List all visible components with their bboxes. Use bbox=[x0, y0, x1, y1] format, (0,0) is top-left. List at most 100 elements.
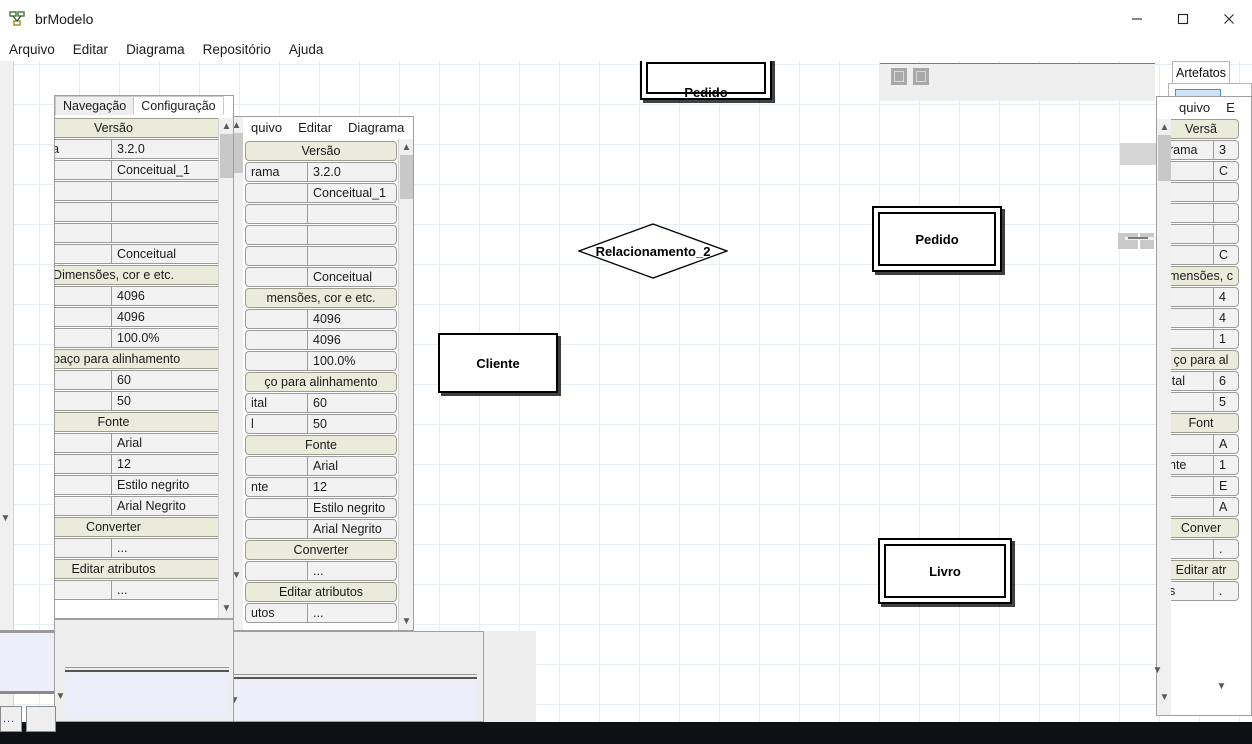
property-value[interactable] bbox=[111, 223, 226, 243]
entity-node-pedido[interactable]: Pedido bbox=[872, 206, 1002, 272]
property-panel-right[interactable]: quivo E Versã rama 3 C Cmensões, c 4 4 1 ço para… bbox=[1156, 96, 1252, 716]
property-panel-middle-footer: ▼ bbox=[228, 631, 484, 722]
property-value[interactable]: ... bbox=[111, 538, 226, 558]
entity-node-partial[interactable]: Pedido bbox=[640, 61, 772, 100]
property-value[interactable]: 12 bbox=[111, 454, 226, 474]
property-value[interactable] bbox=[111, 181, 226, 201]
toolbar-icon-list[interactable] bbox=[913, 68, 929, 85]
tab-configuracao[interactable]: Configuração bbox=[133, 96, 224, 115]
property-value[interactable] bbox=[1213, 182, 1239, 202]
property-panel-left[interactable]: Navegação Configuração Versãodiagrama3.2… bbox=[54, 95, 234, 619]
property-value[interactable]: 60 bbox=[111, 370, 226, 390]
tab-navegacao[interactable]: Navegação bbox=[55, 96, 135, 115]
scroll-down-arrow-far-left[interactable]: ▼ bbox=[0, 510, 13, 526]
property-panel-right-scrollbar[interactable]: ▲ ▼ bbox=[1157, 119, 1172, 715]
scroll-down-arrow-far-right[interactable]: ▼ bbox=[1214, 678, 1229, 694]
entity-node-cliente[interactable]: Cliente bbox=[438, 333, 558, 393]
panel-mid-menu-diagrama[interactable]: Diagrama bbox=[340, 120, 412, 135]
property-value[interactable]: Estilo negrito bbox=[111, 475, 226, 495]
property-value[interactable]: 3.2.0 bbox=[307, 162, 397, 182]
scroll-up-arrow-left[interactable]: ▲ bbox=[219, 118, 233, 134]
maximize-button[interactable] bbox=[1160, 0, 1206, 38]
panel-mid-menu-arquivo[interactable]: quivo bbox=[243, 120, 290, 135]
property-value[interactable]: 60 bbox=[307, 393, 397, 413]
relationship-node-relacionamento-2[interactable]: Relacionamento_2 bbox=[577, 223, 729, 279]
property-value[interactable]: 12 bbox=[307, 477, 397, 497]
property-value[interactable]: 4096 bbox=[307, 330, 397, 350]
property-value[interactable]: . bbox=[1213, 539, 1239, 559]
scroll-down-arrow-left-footer[interactable]: ▼ bbox=[55, 688, 68, 704]
property-value[interactable]: C bbox=[1213, 161, 1239, 181]
scroll-up-arrow-right[interactable]: ▲ bbox=[1157, 119, 1172, 135]
property-value[interactable]: 5 bbox=[1213, 392, 1239, 412]
tab-artefatos[interactable]: Artefatos bbox=[1172, 61, 1230, 83]
ellipsis-button-far-left[interactable]: ... bbox=[0, 706, 22, 732]
scroll-up-arrow-mid[interactable]: ▲ bbox=[399, 139, 413, 155]
property-value[interactable]: Conceitual_1 bbox=[307, 183, 397, 203]
menu-editar[interactable]: Editar bbox=[64, 42, 117, 57]
panel-mid-menu-editar[interactable]: Editar bbox=[290, 120, 340, 135]
property-value[interactable]: 50 bbox=[307, 414, 397, 434]
property-value[interactable]: . bbox=[1213, 581, 1239, 601]
property-value[interactable]: E bbox=[1213, 476, 1239, 496]
canvas-artifact-block-2 bbox=[1118, 233, 1138, 249]
property-value[interactable]: 4 bbox=[1213, 308, 1239, 328]
property-value[interactable]: 50 bbox=[111, 391, 226, 411]
property-value[interactable]: 4096 bbox=[307, 309, 397, 329]
property-value[interactable]: 6 bbox=[1213, 371, 1239, 391]
property-value[interactable]: A bbox=[1213, 497, 1239, 517]
property-value[interactable] bbox=[307, 204, 397, 224]
canvas-left-gutter[interactable] bbox=[0, 61, 14, 722]
property-value[interactable]: A bbox=[1213, 434, 1239, 454]
property-value[interactable]: Arial bbox=[111, 433, 226, 453]
property-value[interactable]: 3.2.0 bbox=[111, 139, 226, 159]
close-button[interactable] bbox=[1206, 0, 1252, 38]
scroll-down-arrow-canvas[interactable]: ▼ bbox=[1150, 662, 1165, 678]
property-panel-middle[interactable]: quivo Editar Diagrama Repositório Ajuda … bbox=[228, 116, 414, 631]
property-value[interactable]: ... bbox=[307, 603, 397, 623]
scroll-thumb-left[interactable] bbox=[220, 134, 233, 178]
property-value[interactable]: Arial Negrito bbox=[307, 519, 397, 539]
toolbar-icon-table[interactable] bbox=[891, 68, 907, 85]
property-value[interactable]: Arial Negrito bbox=[111, 496, 226, 516]
property-value[interactable]: ... bbox=[307, 561, 397, 581]
property-value[interactable]: Conceitual bbox=[111, 244, 226, 264]
property-value[interactable]: 3 bbox=[1213, 140, 1239, 160]
scroll-down-arrow-mid[interactable]: ▼ bbox=[399, 613, 413, 629]
property-value[interactable]: Conceitual_1 bbox=[111, 160, 226, 180]
property-value[interactable] bbox=[1213, 224, 1239, 244]
property-value[interactable]: Conceitual bbox=[307, 267, 397, 287]
property-value[interactable]: 100.0% bbox=[307, 351, 397, 371]
property-value[interactable]: 4096 bbox=[111, 286, 226, 306]
minimize-button[interactable] bbox=[1114, 0, 1160, 38]
property-value[interactable]: Estilo negrito bbox=[307, 498, 397, 518]
property-value[interactable]: 1 bbox=[1213, 329, 1239, 349]
menu-diagrama[interactable]: Diagrama bbox=[117, 42, 194, 57]
property-value[interactable]: 4 bbox=[1213, 287, 1239, 307]
scroll-thumb-right[interactable] bbox=[1158, 135, 1171, 181]
property-value[interactable]: 1 bbox=[1213, 455, 1239, 475]
entity-node-livro[interactable]: Livro bbox=[878, 538, 1012, 604]
menu-repositorio[interactable]: Repositório bbox=[194, 42, 280, 57]
menu-arquivo[interactable]: Arquivo bbox=[0, 42, 64, 57]
scroll-down-arrow-left[interactable]: ▼ bbox=[219, 600, 233, 616]
canvas-artifact-block-1 bbox=[1120, 143, 1156, 165]
property-value[interactable] bbox=[1213, 203, 1239, 223]
menu-ajuda[interactable]: Ajuda bbox=[280, 42, 333, 57]
panel-right-menu-arquivo[interactable]: quivo bbox=[1171, 100, 1218, 115]
property-value[interactable] bbox=[307, 246, 397, 266]
property-value[interactable] bbox=[307, 225, 397, 245]
scroll-thumb-mid[interactable] bbox=[400, 155, 413, 199]
property-panel-middle-scrollbar[interactable]: ▲ ▼ bbox=[398, 139, 413, 630]
property-value[interactable]: Arial bbox=[307, 456, 397, 476]
property-value[interactable]: ... bbox=[111, 580, 226, 600]
property-value[interactable]: 4096 bbox=[111, 307, 226, 327]
property-value[interactable] bbox=[111, 202, 226, 222]
property-value[interactable]: 100.0% bbox=[111, 328, 226, 348]
panel-mid-menu-repositorio[interactable]: Repositório bbox=[412, 120, 413, 135]
property-panel-left-scrollbar[interactable]: ▲ ▼ bbox=[218, 118, 233, 618]
blank-button-far-left[interactable] bbox=[26, 706, 56, 732]
property-value[interactable]: C bbox=[1213, 245, 1239, 265]
scroll-down-arrow-right[interactable]: ▼ bbox=[1157, 689, 1172, 705]
panel-right-menu-editar[interactable]: E bbox=[1218, 100, 1243, 115]
